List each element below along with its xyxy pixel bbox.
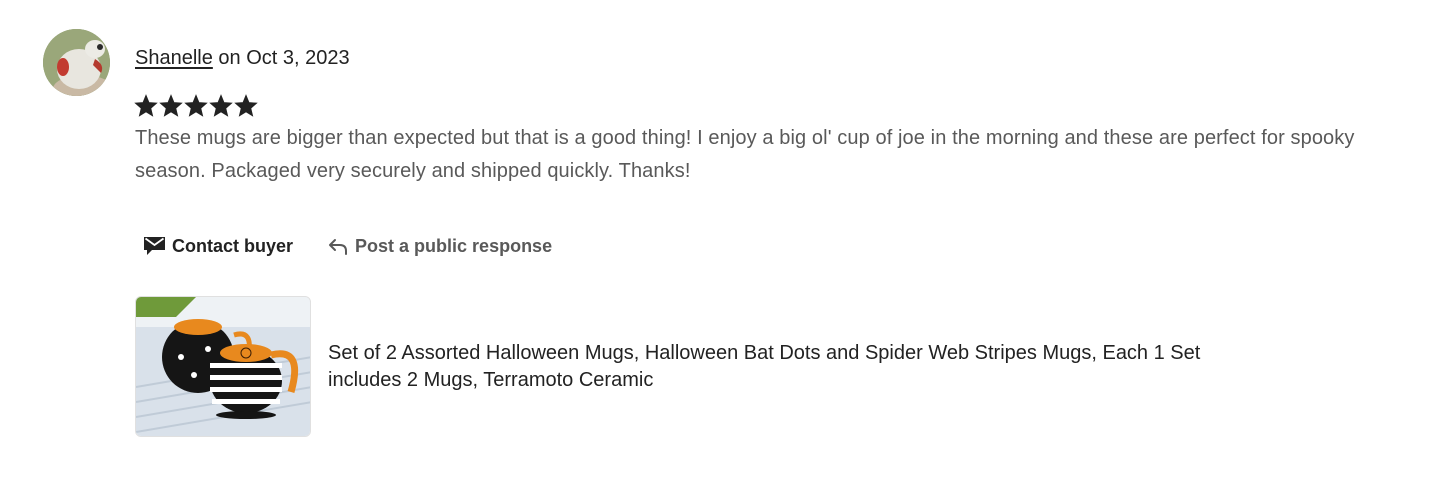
review-meta: Shanelle on Oct 3, 2023 [135,44,1415,72]
contact-buyer-label: Contact buyer [172,235,294,256]
star-filled-icon [184,94,208,120]
star-filled-icon [159,94,183,120]
star-filled-icon [234,94,258,120]
review-date: on Oct 3, 2023 [218,47,350,69]
post-public-response-button[interactable]: Post a public response [327,231,552,261]
reviewer-name-link[interactable]: Shanelle [135,47,213,69]
star-rating [134,94,258,120]
envelope-icon [143,235,166,257]
halloween-mugs-image [136,297,310,436]
reply-arrow-icon [327,235,349,257]
avatar-image [43,29,110,96]
star-filled-icon [209,94,233,120]
contact-buyer-button[interactable]: Contact buyer [143,231,293,261]
listing-item: Set of 2 Assorted Halloween Mugs, Hallow… [135,296,1228,437]
review-actions: Contact buyer Post a public response [143,231,552,261]
review-text: These mugs are bigger than expected but … [135,127,1355,182]
listing-thumbnail[interactable] [135,296,311,437]
review-header: Shanelle on Oct 3, 2023 [135,44,1415,72]
star-filled-icon [134,94,158,120]
listing-title[interactable]: Set of 2 Assorted Halloween Mugs, Hallow… [328,340,1228,394]
reviewer-avatar[interactable] [43,29,110,96]
post-public-response-label: Post a public response [355,235,553,256]
